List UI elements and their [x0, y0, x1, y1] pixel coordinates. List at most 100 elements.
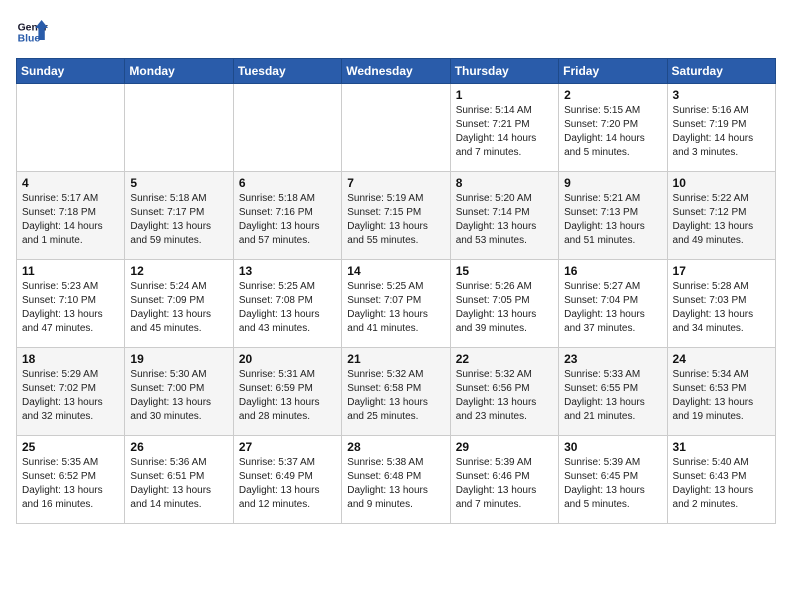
- day-header-sunday: Sunday: [17, 59, 125, 84]
- svg-text:Blue: Blue: [18, 34, 41, 45]
- day-number: 5: [130, 176, 227, 190]
- day-number: 26: [130, 440, 227, 454]
- cell-info: Sunrise: 5:15 AM Sunset: 7:20 PM Dayligh…: [564, 104, 661, 160]
- day-number: 9: [564, 176, 661, 190]
- calendar-cell: 29 Sunrise: 5:39 AM Sunset: 6:46 PM Dayli…: [450, 436, 558, 524]
- calendar-cell: 12Sunrise: 5:24 AM Sunset: 7:09 PM Dayli…: [125, 260, 233, 348]
- calendar-cell: 1 Sunrise: 5:14 AM Sunset: 7:21 PM Daylig…: [450, 84, 558, 172]
- day-number: 20: [239, 352, 336, 366]
- day-number: 14: [347, 264, 444, 278]
- cell-info: Sunrise: 5:32 AM Sunset: 6:58 PM Dayligh…: [347, 368, 444, 424]
- cell-info: Sunrise: 5:35 AM Sunset: 6:52 PM Dayligh…: [22, 456, 119, 512]
- day-header-tuesday: Tuesday: [233, 59, 341, 84]
- day-number: 3: [673, 88, 770, 102]
- day-number: 21: [347, 352, 444, 366]
- day-number: 8: [456, 176, 553, 190]
- day-number: 19: [130, 352, 227, 366]
- cell-info: Sunrise: 5:33 AM Sunset: 6:55 PM Dayligh…: [564, 368, 661, 424]
- calendar-cell: 8 Sunrise: 5:20 AM Sunset: 7:14 PM Daylig…: [450, 172, 558, 260]
- cell-info: Sunrise: 5:40 AM Sunset: 6:43 PM Dayligh…: [673, 456, 770, 512]
- cell-info: Sunrise: 5:37 AM Sunset: 6:49 PM Dayligh…: [239, 456, 336, 512]
- week-row-4: 25 Sunrise: 5:35 AM Sunset: 6:52 PM Dayli…: [17, 436, 776, 524]
- cell-info: Sunrise: 5:39 AM Sunset: 6:45 PM Dayligh…: [564, 456, 661, 512]
- calendar-cell: 18Sunrise: 5:29 AM Sunset: 7:02 PM Dayli…: [17, 348, 125, 436]
- cell-info: Sunrise: 5:34 AM Sunset: 6:53 PM Dayligh…: [673, 368, 770, 424]
- day-number: 30: [564, 440, 661, 454]
- cell-info: Sunrise: 5:36 AM Sunset: 6:51 PM Dayligh…: [130, 456, 227, 512]
- calendar-cell: [233, 84, 341, 172]
- day-number: 1: [456, 88, 553, 102]
- calendar-table: SundayMondayTuesdayWednesdayThursdayFrid…: [16, 58, 776, 524]
- week-row-2: 11 Sunrise: 5:23 AM Sunset: 7:10 PM Dayli…: [17, 260, 776, 348]
- logo: General Blue: [16, 16, 48, 48]
- calendar-cell: 10 Sunrise: 5:22 AM Sunset: 7:12 PM Dayli…: [667, 172, 775, 260]
- cell-info: Sunrise: 5:30 AM Sunset: 7:00 PM Dayligh…: [130, 368, 227, 424]
- logo-icon: General Blue: [16, 16, 48, 48]
- calendar-cell: 2 Sunrise: 5:15 AM Sunset: 7:20 PM Daylig…: [559, 84, 667, 172]
- day-header-thursday: Thursday: [450, 59, 558, 84]
- calendar-cell: 23 Sunrise: 5:33 AM Sunset: 6:55 PM Dayli…: [559, 348, 667, 436]
- cell-info: Sunrise: 5:20 AM Sunset: 7:14 PM Dayligh…: [456, 192, 553, 248]
- week-row-0: 1 Sunrise: 5:14 AM Sunset: 7:21 PM Daylig…: [17, 84, 776, 172]
- day-header-saturday: Saturday: [667, 59, 775, 84]
- cell-info: Sunrise: 5:21 AM Sunset: 7:13 PM Dayligh…: [564, 192, 661, 248]
- cell-info: Sunrise: 5:28 AM Sunset: 7:03 PM Dayligh…: [673, 280, 770, 336]
- cell-info: Sunrise: 5:31 AM Sunset: 6:59 PM Dayligh…: [239, 368, 336, 424]
- day-header-wednesday: Wednesday: [342, 59, 450, 84]
- cell-info: Sunrise: 5:25 AM Sunset: 7:08 PM Dayligh…: [239, 280, 336, 336]
- day-number: 15: [456, 264, 553, 278]
- calendar-cell: [17, 84, 125, 172]
- page-header: General Blue: [16, 16, 776, 48]
- cell-info: Sunrise: 5:32 AM Sunset: 6:56 PM Dayligh…: [456, 368, 553, 424]
- calendar-cell: 9 Sunrise: 5:21 AM Sunset: 7:13 PM Daylig…: [559, 172, 667, 260]
- calendar-cell: 24 Sunrise: 5:34 AM Sunset: 6:53 PM Dayli…: [667, 348, 775, 436]
- calendar-cell: 11 Sunrise: 5:23 AM Sunset: 7:10 PM Dayli…: [17, 260, 125, 348]
- calendar-cell: 25 Sunrise: 5:35 AM Sunset: 6:52 PM Dayli…: [17, 436, 125, 524]
- cell-info: Sunrise: 5:39 AM Sunset: 6:46 PM Dayligh…: [456, 456, 553, 512]
- calendar-cell: 3 Sunrise: 5:16 AM Sunset: 7:19 PM Daylig…: [667, 84, 775, 172]
- cell-info: Sunrise: 5:23 AM Sunset: 7:10 PM Dayligh…: [22, 280, 119, 336]
- cell-info: Sunrise: 5:19 AM Sunset: 7:15 PM Dayligh…: [347, 192, 444, 248]
- cell-info: Sunrise: 5:14 AM Sunset: 7:21 PM Dayligh…: [456, 104, 553, 160]
- day-number: 23: [564, 352, 661, 366]
- cell-info: Sunrise: 5:18 AM Sunset: 7:16 PM Dayligh…: [239, 192, 336, 248]
- calendar-cell: 15 Sunrise: 5:26 AM Sunset: 7:05 PM Dayli…: [450, 260, 558, 348]
- calendar-cell: 21 Sunrise: 5:32 AM Sunset: 6:58 PM Dayli…: [342, 348, 450, 436]
- calendar-cell: [125, 84, 233, 172]
- calendar-cell: 14 Sunrise: 5:25 AM Sunset: 7:07 PM Dayli…: [342, 260, 450, 348]
- calendar-cell: 30 Sunrise: 5:39 AM Sunset: 6:45 PM Dayli…: [559, 436, 667, 524]
- cell-info: Sunrise: 5:25 AM Sunset: 7:07 PM Dayligh…: [347, 280, 444, 336]
- day-number: 28: [347, 440, 444, 454]
- calendar-cell: 17 Sunrise: 5:28 AM Sunset: 7:03 PM Dayli…: [667, 260, 775, 348]
- cell-info: Sunrise: 5:27 AM Sunset: 7:04 PM Dayligh…: [564, 280, 661, 336]
- day-number: 25: [22, 440, 119, 454]
- calendar-cell: 13Sunrise: 5:25 AM Sunset: 7:08 PM Dayli…: [233, 260, 341, 348]
- calendar-header: SundayMondayTuesdayWednesdayThursdayFrid…: [17, 59, 776, 84]
- calendar-cell: 20 Sunrise: 5:31 AM Sunset: 6:59 PM Dayli…: [233, 348, 341, 436]
- calendar-cell: 27 Sunrise: 5:37 AM Sunset: 6:49 PM Dayli…: [233, 436, 341, 524]
- day-number: 27: [239, 440, 336, 454]
- day-number: 24: [673, 352, 770, 366]
- calendar-cell: 28 Sunrise: 5:38 AM Sunset: 6:48 PM Dayli…: [342, 436, 450, 524]
- cell-info: Sunrise: 5:22 AM Sunset: 7:12 PM Dayligh…: [673, 192, 770, 248]
- day-number: 12: [130, 264, 227, 278]
- day-header-monday: Monday: [125, 59, 233, 84]
- day-number: 10: [673, 176, 770, 190]
- cell-info: Sunrise: 5:16 AM Sunset: 7:19 PM Dayligh…: [673, 104, 770, 160]
- day-number: 18: [22, 352, 119, 366]
- day-number: 31: [673, 440, 770, 454]
- calendar-cell: 4Sunrise: 5:17 AM Sunset: 7:18 PM Daylig…: [17, 172, 125, 260]
- calendar-cell: 5 Sunrise: 5:18 AM Sunset: 7:17 PM Daylig…: [125, 172, 233, 260]
- week-row-1: 4Sunrise: 5:17 AM Sunset: 7:18 PM Daylig…: [17, 172, 776, 260]
- cell-info: Sunrise: 5:38 AM Sunset: 6:48 PM Dayligh…: [347, 456, 444, 512]
- calendar-cell: 19 Sunrise: 5:30 AM Sunset: 7:00 PM Dayli…: [125, 348, 233, 436]
- day-number: 29: [456, 440, 553, 454]
- day-number: 4: [22, 176, 119, 190]
- calendar-cell: [342, 84, 450, 172]
- day-number: 2: [564, 88, 661, 102]
- day-number: 17: [673, 264, 770, 278]
- day-number: 11: [22, 264, 119, 278]
- calendar-cell: 22Sunrise: 5:32 AM Sunset: 6:56 PM Dayli…: [450, 348, 558, 436]
- cell-info: Sunrise: 5:18 AM Sunset: 7:17 PM Dayligh…: [130, 192, 227, 248]
- cell-info: Sunrise: 5:26 AM Sunset: 7:05 PM Dayligh…: [456, 280, 553, 336]
